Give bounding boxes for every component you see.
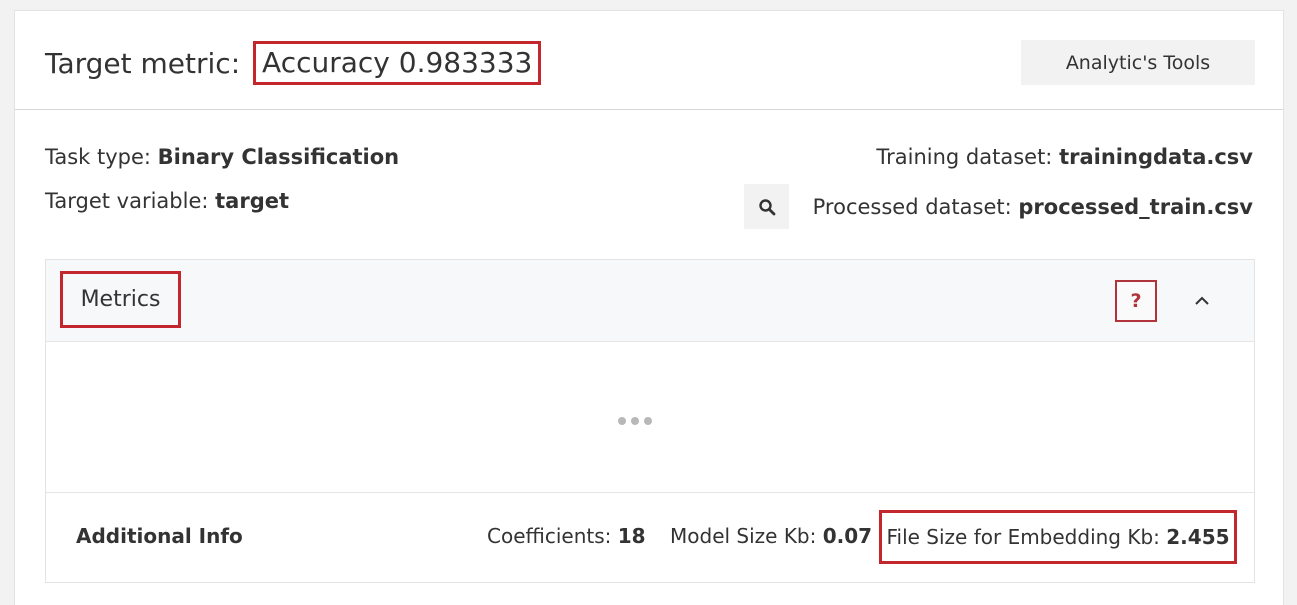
model-size-label: Model Size Kb:: [670, 524, 817, 548]
loading-dots-icon: [618, 417, 652, 425]
training-dataset-label: Training dataset:: [876, 145, 1053, 169]
coefficients-stat: Coefficients: 18: [487, 524, 646, 548]
training-dataset: Training dataset: trainingdata.csv: [876, 145, 1253, 169]
target-variable-label: Target variable:: [45, 189, 209, 213]
additional-info-row: Additional Info Coefficients: 18 Model S…: [46, 492, 1254, 584]
loading-dot: [644, 417, 652, 425]
training-dataset-value: trainingdata.csv: [1059, 145, 1253, 169]
model-summary-card: Target metric: Accuracy 0.983333 Analyti…: [14, 10, 1284, 605]
target-variable: Target variable: target: [45, 189, 289, 213]
search-icon: [758, 198, 775, 215]
file-size-label: File Size for Embedding Kb:: [886, 525, 1160, 549]
metrics-panel-header[interactable]: Metrics ?: [46, 260, 1254, 342]
card-header: Target metric: Accuracy 0.983333 Analyti…: [15, 11, 1283, 110]
model-size-value: 0.07: [822, 524, 873, 548]
task-type: Task type: Binary Classification: [45, 145, 399, 169]
loading-dot: [631, 417, 639, 425]
metrics-title: Metrics: [60, 271, 181, 328]
file-size-value: 2.455: [1166, 525, 1230, 549]
target-variable-value: target: [215, 189, 290, 213]
task-type-value: Binary Classification: [157, 145, 400, 169]
processed-dataset-value: processed_train.csv: [1018, 195, 1253, 219]
view-processed-dataset-button[interactable]: [744, 184, 789, 229]
coefficients-value: 18: [617, 524, 646, 548]
collapse-button[interactable]: [1181, 282, 1223, 320]
target-metric-value: Accuracy 0.983333: [253, 41, 542, 85]
processed-dataset: Processed dataset: processed_train.csv: [813, 195, 1253, 219]
chevron-up-icon: [1195, 296, 1209, 305]
loading-dot: [618, 417, 626, 425]
processed-dataset-label: Processed dataset:: [812, 195, 1012, 219]
task-type-label: Task type:: [45, 145, 151, 169]
analytics-tools-button[interactable]: Analytic's Tools: [1021, 40, 1255, 85]
additional-info-title: Additional Info: [76, 524, 243, 548]
target-metric-label: Target metric:: [45, 46, 241, 80]
coefficients-label: Coefficients:: [487, 524, 612, 548]
file-size-stat: File Size for Embedding Kb: 2.455: [879, 510, 1237, 564]
model-size-stat: Model Size Kb: 0.07: [670, 524, 872, 548]
page-title: Target metric: Accuracy 0.983333: [45, 41, 542, 85]
help-button[interactable]: ?: [1115, 280, 1157, 322]
metrics-panel: Metrics ? Additional Info Coefficients: …: [45, 259, 1255, 583]
